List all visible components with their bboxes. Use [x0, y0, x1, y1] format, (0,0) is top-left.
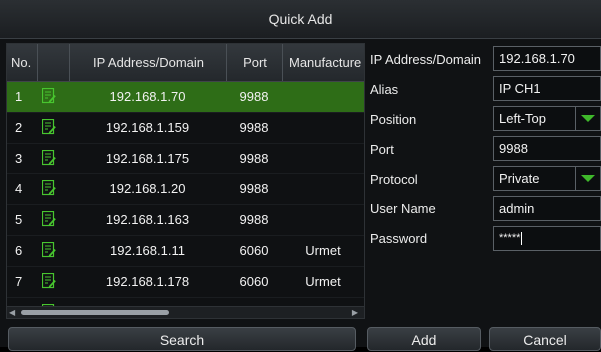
edit-icon[interactable] — [41, 211, 56, 228]
ip-address-field[interactable]: 192.168.1.70 — [493, 46, 601, 71]
row-ip: 192.168.1.175 — [105, 150, 190, 166]
dropdown-arrow-icon[interactable] — [575, 107, 600, 130]
quick-add-dialog: Quick Add No. IP Address/Domain Port Man… — [0, 0, 601, 351]
row-manufacturer: Urmet — [305, 242, 341, 258]
row-manufacturer — [282, 144, 364, 174]
row-number: 7 — [15, 273, 23, 289]
row-manufacturer: Urmet — [305, 273, 341, 289]
scrollbar-thumb[interactable] — [21, 310, 169, 315]
edit-icon[interactable] — [41, 87, 56, 105]
edit-icon[interactable] — [41, 118, 56, 136]
row-port: 6060 — [239, 242, 269, 258]
password-value: ***** — [499, 232, 521, 244]
row-port: 9988 — [239, 181, 269, 197]
edit-icon[interactable] — [41, 149, 56, 167]
edit-icon[interactable] — [41, 241, 56, 259]
row-ip: 192.168.1.20 — [109, 181, 186, 197]
add-button[interactable]: Add — [367, 327, 481, 351]
port-field[interactable]: 9988 — [493, 136, 601, 161]
username-field[interactable]: admin — [493, 196, 601, 221]
edit-icon[interactable] — [41, 180, 56, 197]
row-number: 2 — [15, 119, 23, 135]
table-row[interactable]: 7 192.168.1.178 6060 Urmet — [7, 267, 364, 298]
row-port: 9988 — [239, 150, 269, 166]
column-header-manufacturer: Manufacture — [282, 44, 364, 81]
edit-icon[interactable] — [41, 272, 56, 290]
row-manufacturer — [282, 205, 364, 235]
title-bar: Quick Add — [0, 0, 601, 39]
row-ip: 192.168.1.11 — [110, 242, 185, 258]
password-field[interactable]: ***** — [493, 226, 601, 251]
table-header: No. IP Address/Domain Port Manufacture — [7, 44, 364, 82]
search-button[interactable]: Search — [8, 327, 356, 351]
row-number: 4 — [15, 181, 23, 197]
port-label: Port — [370, 142, 394, 157]
row-port: 9988 — [239, 89, 269, 104]
protocol-value: Private — [499, 171, 540, 186]
table-row[interactable]: 5 192.168.1.163 9988 — [7, 205, 364, 236]
horizontal-scrollbar[interactable]: ◀ ▶ — [7, 306, 364, 318]
scroll-left-icon[interactable]: ◀ — [9, 307, 15, 318]
row-number: 3 — [15, 150, 23, 166]
row-manufacturer — [282, 174, 364, 204]
cancel-button[interactable]: Cancel — [489, 327, 601, 351]
alias-field[interactable]: IP CH1 — [493, 76, 601, 101]
scroll-right-icon[interactable]: ▶ — [352, 307, 358, 318]
dialog-title: Quick Add — [268, 11, 333, 27]
username-label: User Name — [370, 201, 436, 216]
text-cursor — [521, 231, 523, 245]
alias-label: Alias — [370, 82, 399, 97]
row-ip: 192.168.1.178 — [105, 273, 190, 289]
protocol-label: Protocol — [370, 172, 418, 187]
ip-address-label: IP Address/Domain — [370, 52, 482, 67]
password-label: Password — [370, 231, 428, 246]
row-manufacturer — [282, 113, 364, 143]
row-manufacturer — [282, 82, 364, 112]
position-select[interactable]: Left-Top — [493, 106, 601, 131]
table-row[interactable]: 6 192.168.1.11 6060 Urmet — [7, 236, 364, 267]
row-ip: 192.168.1.159 — [105, 119, 190, 135]
table-body: 1 192.168.1.70 9988 2 192.168.1.159 9988 3 192.… — [7, 82, 364, 318]
column-header-ip: IP Address/Domain — [69, 44, 227, 81]
table-row[interactable]: 2 192.168.1.159 9988 — [7, 113, 364, 144]
position-value: Left-Top — [499, 111, 546, 126]
row-port: 9988 — [239, 212, 269, 228]
table-row[interactable]: 3 192.168.1.175 9988 — [7, 144, 364, 175]
row-number: 6 — [15, 242, 23, 258]
row-port: 6060 — [239, 273, 269, 289]
row-ip: 192.168.1.163 — [105, 212, 190, 228]
column-header-icon — [37, 44, 68, 81]
device-table: No. IP Address/Domain Port Manufacture 1… — [6, 43, 365, 319]
column-header-port: Port — [226, 44, 283, 81]
position-label: Position — [370, 112, 417, 127]
protocol-select[interactable]: Private — [493, 166, 601, 191]
table-row[interactable]: 4 192.168.1.20 9988 — [7, 174, 364, 206]
dropdown-arrow-icon[interactable] — [575, 167, 600, 190]
row-ip: 192.168.1.70 — [109, 89, 186, 104]
table-row[interactable]: 1 192.168.1.70 9988 — [7, 82, 364, 113]
row-number: 5 — [15, 212, 23, 228]
row-port: 9988 — [239, 119, 269, 135]
row-number: 1 — [15, 89, 23, 104]
